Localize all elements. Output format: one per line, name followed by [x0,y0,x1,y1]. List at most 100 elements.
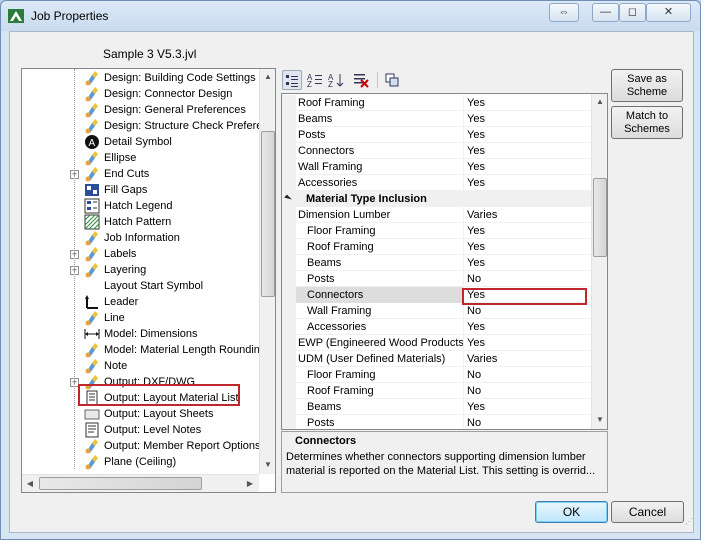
tree-item-label: Design: Building Code Settings [104,72,256,84]
property-name: Connectors [298,145,355,157]
property-value[interactable]: No [463,271,591,287]
title-bar: Job Properties ⇔ — ◻ ✕ [1,1,700,31]
scroll-thumb[interactable] [261,131,275,297]
property-category-tree[interactable]: Design: Building Code Settings Design: Co… [21,68,276,493]
property-value[interactable]: Varies [463,351,591,367]
property-name: EWP (Engineered Wood Products) [298,337,463,349]
svg-text:Z: Z [307,80,312,88]
property-row[interactable]: Floor Framing No [282,367,591,383]
property-row[interactable]: Posts No [282,271,591,287]
property-value[interactable]: Yes [463,95,591,111]
property-row[interactable]: Posts No [282,415,591,429]
tree-item-label: Model: Dimensions [104,328,198,340]
property-row[interactable]: Dimension Lumber Varies [282,207,591,223]
tree-item-label: Leader [104,296,139,308]
maximize-button[interactable]: ◻ [619,3,646,22]
scroll-down-arrow-icon[interactable]: ▼ [260,457,275,473]
property-row[interactable]: Floor Framing Yes [282,223,591,239]
property-row[interactable]: Beams Yes [282,111,591,127]
scroll-down-arrow-icon[interactable]: ▼ [592,412,607,428]
alphabetical-icon[interactable]: AZ [305,70,325,90]
ok-button[interactable]: OK [535,501,608,523]
tree-item-label: Hatch Legend [104,200,173,212]
property-pages-icon[interactable] [382,70,402,90]
property-name: Roof Framing [307,385,374,397]
row-margin [282,143,296,159]
dimension-icon [84,326,100,342]
property-row[interactable]: Connectors Yes [282,143,591,159]
property-category-row[interactable]: Material Type Inclusion [282,191,591,207]
scroll-up-arrow-icon[interactable]: ▲ [260,69,275,85]
resize-grip-icon[interactable]: ⋰ [685,518,695,532]
property-row[interactable]: EWP (Engineered Wood Products) Yes [282,335,591,351]
minimize-button[interactable]: — [592,3,619,22]
close-button[interactable]: ✕ [646,3,691,22]
property-value[interactable]: No [463,383,591,399]
scroll-thumb[interactable] [39,477,202,490]
grid-vertical-scrollbar[interactable]: ▲ ▼ [591,94,607,429]
scroll-left-arrow-icon[interactable]: ◀ [22,476,38,492]
row-margin [282,159,296,175]
tree-horizontal-scrollbar[interactable]: ◀ ▶ [22,474,259,492]
property-value[interactable]: Yes [463,319,591,335]
svg-text:A: A [89,138,96,149]
property-row[interactable]: Beams Yes [282,255,591,271]
property-value[interactable]: Yes [463,239,591,255]
property-value[interactable]: Yes [463,335,591,351]
hatch-pattern-icon [84,214,100,230]
tree-item-label: Labels [104,248,137,260]
property-name: Dimension Lumber [298,209,391,221]
property-description-panel: Connectors Determines whether connectors… [281,431,608,493]
sort-az-icon[interactable]: AZ [326,70,346,90]
property-value[interactable]: Yes [463,175,591,191]
scroll-thumb[interactable] [593,178,607,257]
property-name: UDM (User Defined Materials) [298,353,446,365]
property-value[interactable]: Yes [463,127,591,143]
paint-brush-icon [84,342,100,358]
scroll-up-arrow-icon[interactable]: ▲ [592,94,607,110]
property-value[interactable]: No [463,303,591,319]
file-name-label: Sample 3 V5.3.jvl [103,47,197,61]
property-value[interactable]: Yes [463,143,591,159]
cancel-button[interactable]: Cancel [611,501,684,523]
property-value[interactable]: Varies [463,207,591,223]
property-row[interactable]: Wall Framing Yes [282,159,591,175]
row-margin [282,367,296,383]
property-grid[interactable]: Roof Framing Yes Beams Yes Posts Yes Connector… [281,93,608,430]
property-name: Posts [307,417,335,429]
property-value[interactable]: No [463,415,591,429]
resize-toggle-button[interactable]: ⇔ [549,3,579,22]
property-row[interactable]: Accessories Yes [282,175,591,191]
property-row[interactable]: Roof Framing Yes [282,95,591,111]
paint-brush-icon [84,166,100,182]
property-row[interactable]: UDM (User Defined Materials) Varies [282,351,591,367]
collapse-icon[interactable] [284,194,292,203]
property-row[interactable]: Wall Framing No [282,303,591,319]
property-row[interactable]: Beams Yes [282,399,591,415]
tree-item-label: Design: General Preferences [104,104,246,116]
close-icon: ✕ [663,6,674,18]
match-to-schemes-button[interactable]: Match to Schemes [611,106,683,139]
row-margin [282,255,296,271]
dialog-client-area: Sample 3 V5.3.jvl Design: Building Code … [9,31,694,533]
row-margin [282,319,296,335]
row-margin [282,383,296,399]
scroll-right-arrow-icon[interactable]: ▶ [242,476,258,492]
property-value[interactable]: Yes [463,111,591,127]
property-value[interactable]: Yes [463,223,591,239]
property-value[interactable]: No [463,367,591,383]
property-value[interactable]: Yes [463,399,591,415]
property-value[interactable]: Yes [463,255,591,271]
property-row[interactable]: Accessories Yes [282,319,591,335]
save-as-scheme-button[interactable]: Save as Scheme [611,69,683,102]
property-row[interactable]: Roof Framing Yes [282,239,591,255]
tree-vertical-scrollbar[interactable]: ▲ ▼ [259,69,275,474]
property-name: Beams [307,257,342,269]
property-row[interactable]: Roof Framing No [282,383,591,399]
row-margin [282,415,296,429]
property-row[interactable]: Posts Yes [282,127,591,143]
categorized-icon[interactable] [282,70,302,90]
property-value[interactable]: Yes [463,159,591,175]
paint-brush-icon [84,102,100,118]
clear-icon[interactable] [351,70,371,90]
